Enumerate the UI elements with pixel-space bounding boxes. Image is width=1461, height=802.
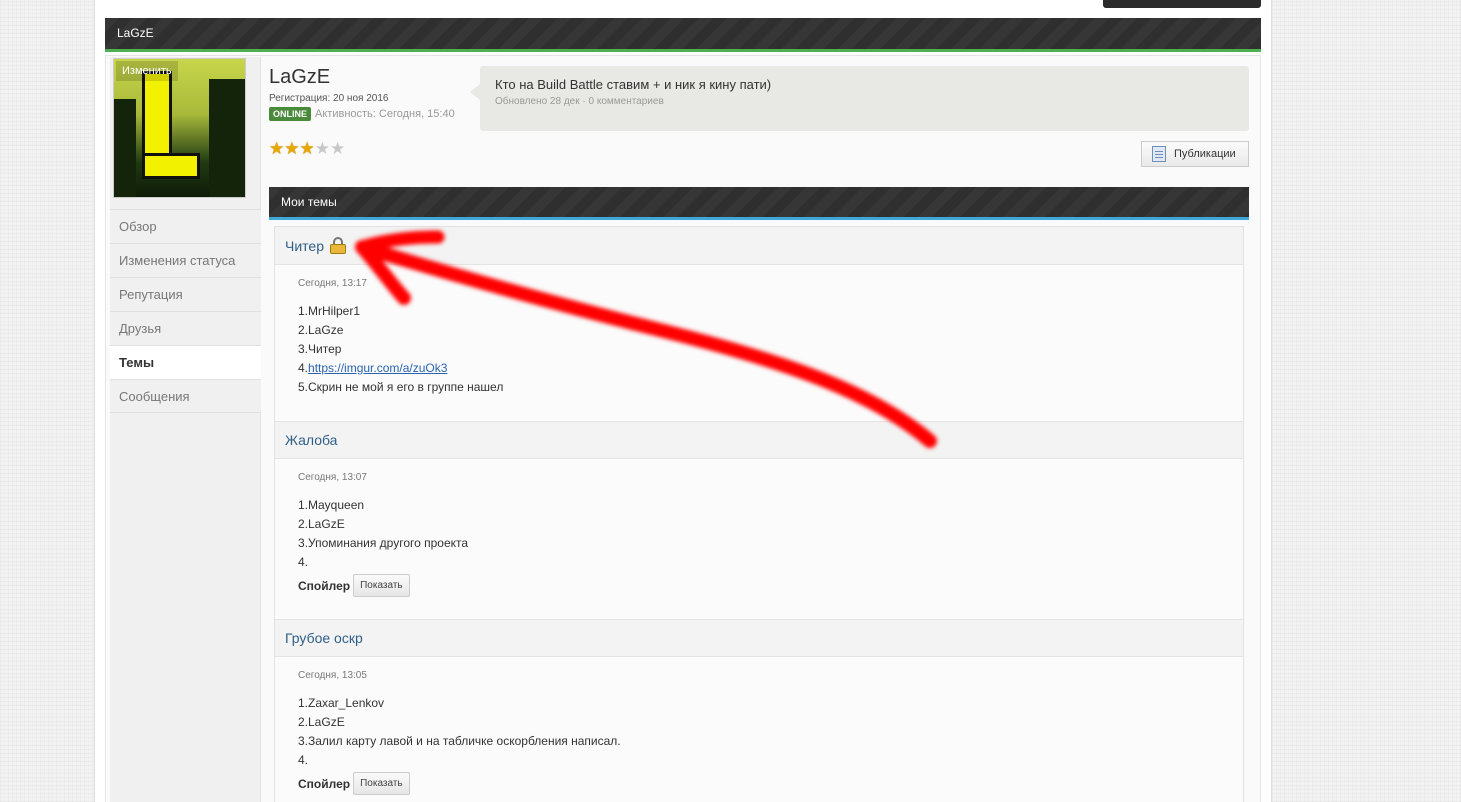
topic-date: Сегодня, 13:05 xyxy=(298,670,367,681)
spoiler-label: Спойлер xyxy=(298,578,351,593)
avatar-edit-label[interactable]: Изменить xyxy=(116,61,178,81)
topic-title[interactable]: Жалоба xyxy=(285,432,337,448)
star-filled-icon: ★ xyxy=(269,139,285,158)
topic-line: 4.https://imgur.com/a/zuOk3 xyxy=(298,359,1243,378)
avatar-tree xyxy=(114,99,136,197)
topic-line: 2.LaGzE xyxy=(298,517,345,531)
topic-line: 2.LaGzE xyxy=(298,715,345,729)
spoiler: Спойлер Показать xyxy=(298,574,1243,597)
topic-body: Сегодня, 13:05 1.Zaxar_Lenkov 2.LaGzE 3.… xyxy=(275,657,1243,802)
rating-stars: ★ ★ ★ ★ ★ xyxy=(269,140,345,157)
status-update-box: Кто на Build Battle ставим + и ник я кин… xyxy=(470,66,1249,131)
sidebar-item-reputation[interactable]: Репутация xyxy=(110,277,261,311)
topic-date: Сегодня, 13:17 xyxy=(298,278,367,289)
topic-line: 1.MrHilper1 xyxy=(298,304,361,318)
topic-body: Сегодня, 13:07 1.Mayqueen 2.LaGzE 3.Упом… xyxy=(275,459,1243,619)
topic-title[interactable]: Грубое оскр xyxy=(285,630,363,646)
sidebar-item-label: Изменения статуса xyxy=(119,253,236,268)
topic-title[interactable]: Читер xyxy=(285,238,324,254)
topic-header: Жалоба xyxy=(275,421,1243,459)
status-meta[interactable]: Обновлено 28 дек · 0 комментариев xyxy=(495,96,664,107)
sidebar-item-status-changes[interactable]: Изменения статуса xyxy=(110,243,261,277)
spoiler-show-button[interactable]: Показать xyxy=(353,772,410,795)
topic-line: 2.LaGze xyxy=(298,323,344,337)
publications-button[interactable]: Публикации xyxy=(1141,141,1249,167)
online-badge: ONLINE xyxy=(269,107,312,121)
publications-button-label: Публикации xyxy=(1174,148,1236,160)
topic-line: 4. xyxy=(298,753,309,767)
my-topics-section-bar: Мои темы xyxy=(269,187,1249,220)
sidebar-item-messages[interactable]: Сообщения xyxy=(110,379,261,413)
sidebar-item-label: Друзья xyxy=(119,321,162,336)
sidebar-nav: Обзор Изменения статуса Репутация Друзья… xyxy=(110,209,261,413)
topic-line: 4. xyxy=(298,555,309,569)
lock-icon xyxy=(329,237,346,254)
sidebar-item-label: Обзор xyxy=(119,219,157,234)
spoiler-label: Спойлер xyxy=(298,776,351,791)
sidebar-item-friends[interactable]: Друзья xyxy=(110,311,261,345)
star-filled-icon: ★ xyxy=(284,139,300,158)
topic-line: 3.Залил карту лавой и на табличке оскорб… xyxy=(298,734,621,748)
avatar-tree xyxy=(209,79,245,197)
registration-date: Регистрация: 20 ноя 2016 xyxy=(269,93,389,104)
sidebar-item-label: Темы xyxy=(119,355,155,370)
topic-header: Читер xyxy=(275,227,1243,265)
topics-list: Читер Сегодня, 13:17 1.MrHilper1 2.LaGze… xyxy=(274,226,1244,802)
star-filled-icon: ★ xyxy=(299,139,315,158)
sidebar-item-label: Сообщения xyxy=(119,389,190,404)
sidebar-item-label: Репутация xyxy=(119,287,183,302)
avatar-letter-l xyxy=(134,71,200,189)
topic-header: Грубое оскр xyxy=(275,619,1243,657)
header-title: LaGzE xyxy=(117,26,154,40)
avatar[interactable]: Изменить xyxy=(113,58,246,198)
top-menu-button[interactable] xyxy=(1103,0,1261,8)
profile-username: LaGzE xyxy=(269,66,331,88)
spoiler-show-button[interactable]: Показать xyxy=(353,574,410,597)
section-title: Мои темы xyxy=(281,195,337,209)
spoiler: Спойлер Показать xyxy=(298,772,1243,795)
status-text: Кто на Build Battle ставим + и ник я кин… xyxy=(495,77,772,92)
topic-link[interactable]: https://imgur.com/a/zuOk3 xyxy=(308,361,447,375)
topic-line: 1.Zaxar_Lenkov xyxy=(298,696,385,710)
activity-text: Активность: Сегодня, 15:40 xyxy=(315,108,455,120)
star-empty-icon: ★ xyxy=(314,139,330,158)
topic-line: 5.Скрин не мой я его в группе нашел xyxy=(298,380,504,394)
star-empty-icon: ★ xyxy=(330,139,346,158)
online-status: ONLINE Активность: Сегодня, 15:40 xyxy=(269,107,455,121)
topic-line: 3.Читер xyxy=(298,342,342,356)
document-icon xyxy=(1152,146,1166,162)
topic-line: 3.Упоминания другого проекта xyxy=(298,536,469,550)
topic-body: Сегодня, 13:17 1.MrHilper1 2.LaGze 3.Чит… xyxy=(275,265,1243,421)
topic-date: Сегодня, 13:07 xyxy=(298,472,367,483)
topic-line: 1.Mayqueen xyxy=(298,498,365,512)
topic-line-prefix: 4. xyxy=(298,361,309,375)
sidebar-item-topics[interactable]: Темы xyxy=(110,345,261,379)
sidebar-item-overview[interactable]: Обзор xyxy=(110,209,261,243)
profile-header-bar: LaGzE xyxy=(105,18,1261,52)
